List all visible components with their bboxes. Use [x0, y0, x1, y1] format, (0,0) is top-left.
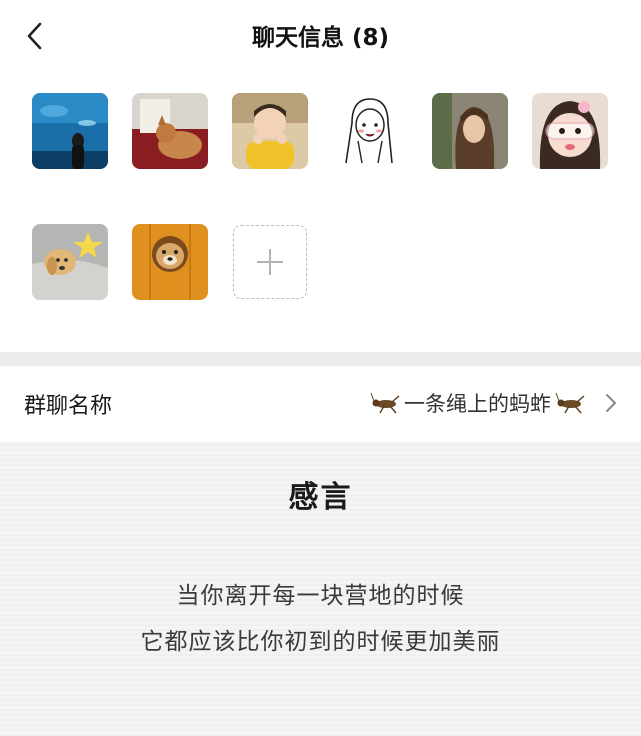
member-avatar[interactable] [332, 93, 408, 169]
note-line: 当你离开每一块营地的时候 [176, 583, 465, 609]
grasshopper-icon [555, 392, 585, 414]
group-name-value: 一条绳上的蚂蚱 [404, 392, 551, 416]
plus-icon [257, 249, 283, 275]
member-avatar[interactable] [32, 224, 108, 300]
nav-bar: 聊天信息 (8) [0, 0, 641, 72]
member-avatar[interactable] [32, 93, 108, 169]
member-avatar[interactable] [532, 93, 608, 169]
note-title: 感言 [288, 480, 353, 515]
group-name-label: 群聊名称 [24, 394, 113, 419]
member-avatar[interactable] [132, 224, 208, 300]
member-grid [0, 90, 641, 330]
group-name-row[interactable]: 群聊名称 一条绳上的蚂蚱 [0, 366, 641, 442]
group-name-value-wrap: 一条绳上的蚂蚱 [370, 388, 585, 418]
note-section: 感言 当你离开每一块营地的时候 它都应该比你初到的时候更加美丽 [0, 442, 641, 736]
chat-info-panel: 聊天信息 (8) [0, 0, 641, 352]
member-avatar[interactable] [132, 93, 208, 169]
add-member-button[interactable] [233, 225, 307, 299]
member-avatar[interactable] [432, 93, 508, 169]
page-title: 聊天信息 (8) [251, 25, 390, 51]
member-avatar[interactable] [232, 93, 308, 169]
note-line: 它都应该比你初到的时候更加美丽 [140, 629, 501, 655]
section-divider [0, 352, 641, 366]
grasshopper-icon [370, 392, 400, 414]
chevron-right-icon [606, 394, 616, 412]
